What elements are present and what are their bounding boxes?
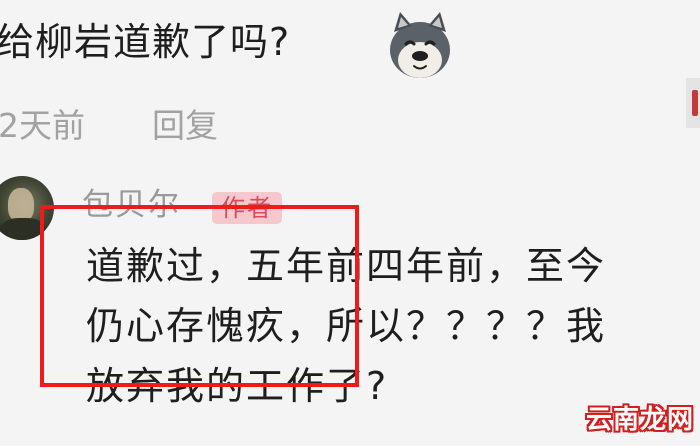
- dog-emoji-icon: [390, 12, 450, 78]
- edge-element: [686, 78, 700, 128]
- parent-comment-text: 给柳岩道歉了吗?: [0, 20, 291, 64]
- highlight-box: [40, 205, 359, 387]
- reply-button[interactable]: 回复: [152, 104, 218, 148]
- comment-timestamp: 2天前: [0, 106, 85, 145]
- watermark: 云南龙网: [585, 405, 694, 435]
